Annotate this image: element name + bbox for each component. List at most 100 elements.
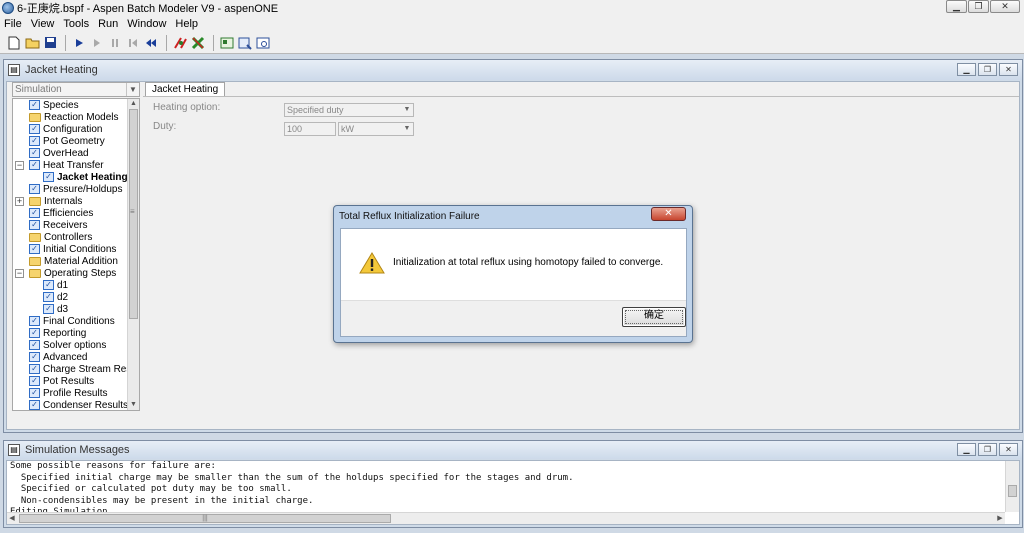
duty-unit-select[interactable]: kW ▼	[338, 122, 414, 136]
child-minimize-button[interactable]: ▁	[957, 63, 976, 76]
tree-item[interactable]: ✓ Jacket Heating	[13, 171, 128, 183]
dialog-title: Total Reflux Initialization Failure	[339, 211, 480, 222]
tree-item-label: Controllers	[44, 231, 93, 243]
child-window-controls: ▁ ❐ ✕	[957, 63, 1018, 76]
collapse-icon[interactable]: −	[15, 160, 24, 170]
scroll-right-icon[interactable]: ▶	[995, 513, 1005, 524]
messages-horizontal-scrollbar[interactable]: ◀ ||| ▶	[7, 512, 1005, 524]
tree-item[interactable]: ✓ OverHead	[13, 147, 127, 159]
messages-restore-button[interactable]: ❐	[978, 443, 997, 456]
tree-scrollbar[interactable]: ▲ ≡ ▼	[127, 99, 139, 410]
tab-jacket-heating[interactable]: Jacket Heating	[145, 82, 226, 97]
simulation-messages-window: ▤ Simulation Messages ▁ ❐ ✕ Some possibl…	[3, 440, 1023, 528]
checkmark-form-icon: ✓	[29, 400, 40, 410]
step-icon[interactable]	[89, 35, 105, 51]
save-icon[interactable]	[42, 35, 58, 51]
messages-close-button[interactable]: ✕	[999, 443, 1018, 456]
init-icon[interactable]	[172, 35, 188, 51]
collapse-icon[interactable]: −	[15, 268, 24, 278]
tree-item[interactable]: ✓ d1	[13, 279, 127, 291]
chevron-down-icon[interactable]: ▼	[401, 123, 413, 135]
form-icon: ▤	[8, 64, 20, 76]
tree-item[interactable]: ✓ Final Conditions	[13, 315, 127, 327]
scroll-left-icon[interactable]: ◀	[7, 513, 17, 524]
child-restore-button[interactable]: ❐	[978, 63, 997, 76]
messages-minimize-button[interactable]: ▁	[957, 443, 976, 456]
tree-item[interactable]: Reaction Models	[13, 111, 127, 123]
tree-item[interactable]: − Operating Steps	[13, 267, 127, 279]
tree-item[interactable]: + Internals	[13, 195, 127, 207]
message-line: Specified or calculated pot duty may be …	[10, 484, 292, 494]
tree-item[interactable]: Controllers	[13, 231, 127, 243]
toolbar	[0, 32, 1024, 54]
tree-item-label: Solver options	[43, 339, 107, 351]
dialog-close-button[interactable]: ✕	[651, 207, 686, 221]
heating-option-select[interactable]: Specified duty ▼	[284, 103, 414, 117]
tree-item[interactable]: ✓ Efficiencies	[13, 207, 127, 219]
tree-item[interactable]: − ✓ Heat Transfer	[13, 159, 127, 171]
duty-input[interactable]: 100	[284, 122, 336, 136]
tree-item[interactable]: ✓ Pot Geometry	[13, 135, 127, 147]
sheet-icon[interactable]	[255, 35, 271, 51]
messages-title-bar: ▤ Simulation Messages	[4, 441, 1022, 459]
pause-icon[interactable]	[107, 35, 123, 51]
tree-item-label: Reporting	[43, 327, 87, 339]
explorer-combo[interactable]: Simulation ▼	[12, 82, 140, 97]
window-title: 6-正庚烷.bspf - Aspen Batch Modeler V9 - as…	[17, 3, 279, 15]
checkmark-form-icon: ✓	[29, 244, 40, 254]
tree-item[interactable]: ✓ Species	[13, 99, 127, 111]
checkmark-form-icon: ✓	[29, 340, 40, 350]
heating-option-value: Specified duty	[287, 105, 344, 115]
menu-run[interactable]: Run	[98, 18, 118, 30]
tree-item[interactable]: ✓ Profile Results	[13, 387, 127, 399]
menu-file[interactable]: File	[4, 18, 22, 30]
tree-item-label: Initial Conditions	[43, 243, 117, 255]
scroll-down-icon[interactable]: ▼	[128, 400, 139, 410]
checkmark-form-icon: ✓	[29, 328, 40, 338]
tree-item[interactable]: ✓ Initial Conditions	[13, 243, 127, 255]
messages-vertical-scrollbar[interactable]	[1005, 461, 1019, 512]
folder-icon	[29, 232, 41, 242]
duty-label: Duty:	[153, 121, 177, 132]
tree-item-label: Charge Stream Results	[43, 363, 140, 375]
run-icon[interactable]	[71, 35, 87, 51]
checkmark-form-icon: ✓	[29, 364, 40, 374]
menu-view[interactable]: View	[31, 18, 55, 30]
expand-icon[interactable]: +	[15, 196, 24, 206]
tree-item[interactable]: ✓ Charge Stream Results	[13, 363, 139, 375]
tree-item[interactable]: ✓ Pressure/Holdups	[13, 183, 127, 195]
component-icon[interactable]	[219, 35, 235, 51]
new-icon[interactable]	[6, 35, 22, 51]
messages-vscroll-thumb[interactable]	[1008, 485, 1017, 497]
open-icon[interactable]	[24, 35, 40, 51]
tree-item[interactable]: ✓ d3	[13, 303, 127, 315]
minimize-button[interactable]: ▁	[946, 0, 967, 13]
rewind-icon[interactable]	[143, 35, 159, 51]
tree-item[interactable]: ✓ Advanced	[13, 351, 127, 363]
chevron-down-icon[interactable]: ▼	[126, 83, 139, 96]
tree-item[interactable]: ✓ Pot Results	[13, 375, 127, 387]
tree-item[interactable]: ✓ Condenser Results	[13, 399, 128, 410]
tree-item[interactable]: ✓ Solver options	[13, 339, 127, 351]
scroll-up-icon[interactable]: ▲	[128, 99, 139, 109]
messages-hscroll-thumb[interactable]: |||	[19, 514, 391, 523]
message-line: Non-condensibles may be present in the i…	[10, 495, 314, 506]
tree-item[interactable]: ✓ Reporting	[13, 327, 127, 339]
chevron-down-icon[interactable]: ▼	[401, 104, 413, 116]
tree-item[interactable]: ✓ d2	[13, 291, 127, 303]
menu-help[interactable]: Help	[175, 18, 198, 30]
stop-icon[interactable]	[125, 35, 141, 51]
close-button[interactable]: ✕	[990, 0, 1020, 13]
ok-button[interactable]: 确定	[622, 307, 686, 327]
properties-icon[interactable]	[237, 35, 253, 51]
reset-icon[interactable]	[190, 35, 206, 51]
tree-item[interactable]: ✓ Configuration	[13, 123, 127, 135]
tree-item[interactable]: ✓ Receivers	[13, 219, 127, 231]
menu-tools[interactable]: Tools	[63, 18, 89, 30]
child-close-button[interactable]: ✕	[999, 63, 1018, 76]
messages-body: Some possible reasons for failure are: S…	[6, 460, 1020, 525]
menu-window[interactable]: Window	[127, 18, 166, 30]
tree-item-label: Jacket Heating	[57, 171, 128, 183]
tree-item[interactable]: Material Addition	[13, 255, 127, 267]
restore-button[interactable]: ❐	[968, 0, 989, 13]
